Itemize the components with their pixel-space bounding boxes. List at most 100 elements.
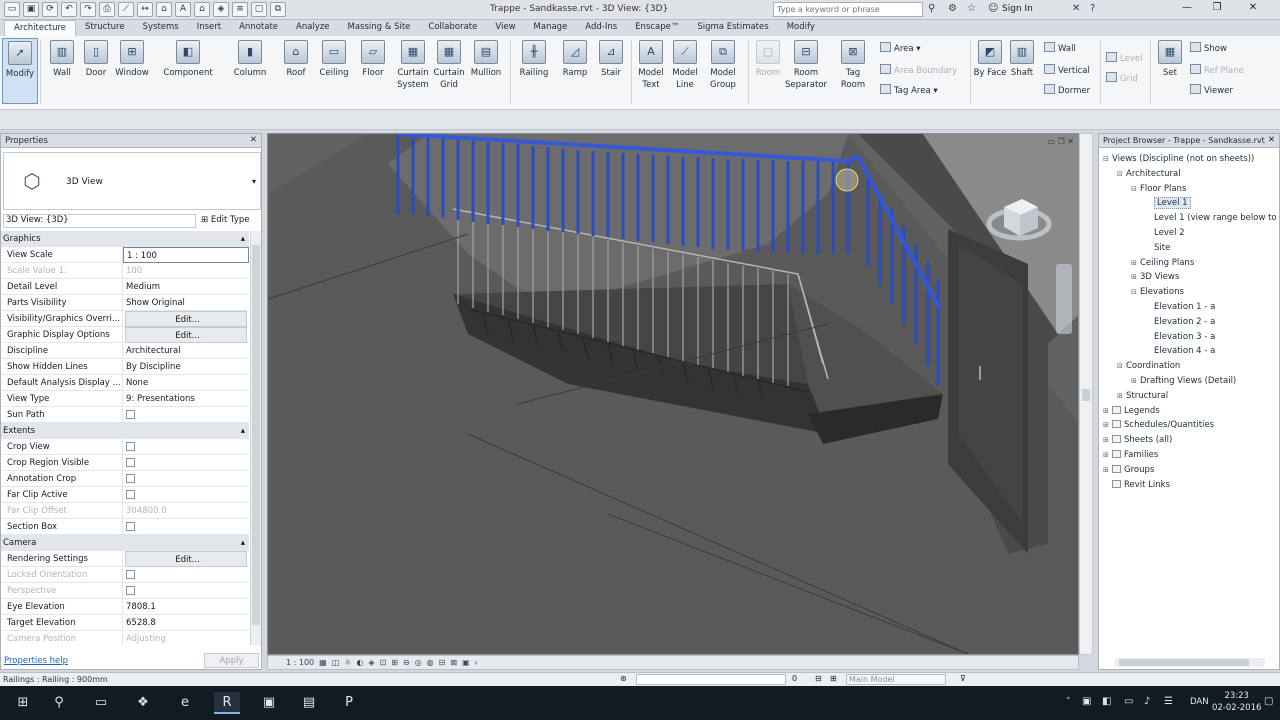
navigation-bar[interactable] [1056,264,1072,334]
window-button[interactable]: ⊞ Window [114,38,150,104]
tab-insert[interactable]: Insert [188,20,230,36]
browser-tree-item[interactable]: Site [1099,241,1279,256]
curtain-grid-button[interactable]: ▦ Curtain Grid [431,38,467,104]
sun-path-icon[interactable]: ☼ [344,658,351,667]
property-checkbox[interactable] [123,519,249,535]
type-selector[interactable]: ⬡ 3D View ▾ [3,152,261,210]
checkbox[interactable] [126,489,135,499]
property-checkbox[interactable] [123,407,249,423]
tab-structure[interactable]: Structure [76,20,134,36]
close-icon[interactable]: ✕ [1268,135,1275,145]
help-icon[interactable]: ? [1090,3,1095,14]
grid-button[interactable]: Grid [1106,72,1138,84]
expand-toggle-icon[interactable]: ⊞ [1103,463,1112,478]
unlock-3d-icon[interactable]: ⊖ [403,658,410,667]
view-scale[interactable]: 1 : 100 [286,658,314,667]
ref-plane-button[interactable]: Ref Plane [1190,64,1244,76]
railing-button[interactable]: ╫ Railing [516,38,552,104]
sync-icon[interactable]: ⟳ [42,2,58,17]
expand-toggle-icon[interactable]: ⊞ [1131,270,1140,285]
save-icon[interactable]: ▣ [23,2,39,17]
workset-field[interactable] [636,674,786,685]
stair-button[interactable]: ⊿ Stair [593,38,629,104]
checkbox[interactable] [126,457,135,467]
design-options-icon[interactable]: ⊟ [815,674,822,683]
section-icon[interactable]: ◈ [213,2,229,17]
task-view-icon[interactable]: ▭ [88,692,114,714]
property-group[interactable]: Extents ▴ [1,423,249,439]
text-icon[interactable]: A [175,2,191,17]
close-icon[interactable]: ✕ [250,135,257,145]
close-button[interactable]: ✕ [1242,2,1264,17]
properties-scrollbar[interactable] [250,231,261,645]
browser-tree-item[interactable]: Level 1 [1099,196,1279,211]
opening-wall-button[interactable]: Wall [1044,42,1076,54]
design-options-icon-2[interactable]: ⊞ [830,674,837,683]
property-value[interactable]: Show Original [123,295,249,311]
browser-tree-item[interactable]: ⊞ Families [1099,448,1279,463]
checkbox[interactable] [126,409,135,419]
model-group-button[interactable]: ⧉ Model Group [705,38,741,104]
set-button[interactable]: ▦ Set [1152,38,1188,104]
exchange-icon[interactable]: ✕ [1072,3,1080,14]
checkbox[interactable] [126,473,135,483]
search-input[interactable] [773,2,923,17]
tab-architecture[interactable]: Architecture [4,20,77,36]
app-window-icon[interactable]: ▣ [256,692,282,714]
tab-add-ins[interactable]: Add-Ins [576,20,626,36]
browser-tree-item[interactable]: ⊞ Sheets (all) [1099,433,1279,448]
tag-area-button[interactable]: Tag Area ▾ [880,84,938,96]
reveal-hidden-icon[interactable]: ◍ [427,658,434,667]
by-face-button[interactable]: ◩ By Face [972,38,1008,104]
powerpoint-icon[interactable]: P [336,692,362,714]
dimension-icon[interactable]: ↔ [137,2,153,17]
render-icon[interactable]: ◈ [368,658,374,667]
ceiling-button[interactable]: ▭ Ceiling [316,38,352,104]
tag-room-button[interactable]: ⊠ Tag Room [835,38,871,104]
component-button[interactable]: ◧ Component [160,38,216,104]
tab-analyze[interactable]: Analyze [287,20,339,36]
3d-view-icon[interactable]: ⌂ [194,2,210,17]
roof-button[interactable]: ⌂ Roof [278,38,314,104]
language-indicator[interactable]: DAN [1190,697,1209,707]
browser-tree-item[interactable]: ⊞ Structural [1099,389,1279,404]
browser-tree-item[interactable]: ⊞ Groups [1099,463,1279,478]
expand-toggle-icon[interactable]: ⊟ [1103,152,1112,167]
bluetooth-app-icon[interactable]: ❖ [130,692,156,714]
checkbox[interactable] [126,441,135,451]
ramp-button[interactable]: ◿ Ramp [557,38,593,104]
viewport-vertical-scrollbar[interactable] [1079,133,1093,655]
property-edit-button[interactable]: Edit... [125,326,247,343]
tab-enscape[interactable]: Enscape™ [626,20,688,36]
tab-view[interactable]: View [486,20,524,36]
expand-toggle-icon[interactable]: ⊞ [1103,418,1112,433]
tab-manage[interactable]: Manage [525,20,577,36]
tray-app-icon-2[interactable]: ◧ [1102,696,1111,707]
expand-toggle-icon[interactable]: ⊟ [1131,285,1140,300]
tab-modify[interactable]: Modify [778,20,824,36]
model-line-button[interactable]: ⟋ Model Line [667,38,703,104]
room-button[interactable]: ▢ Room [750,38,786,104]
floor-button[interactable]: ▱ Floor [355,38,391,104]
highlight-icon[interactable]: ▣ [462,658,470,667]
communication-icon[interactable]: ⚙ [948,3,957,14]
user-icon[interactable]: ☺ [988,3,998,14]
viewcube[interactable] [984,182,1054,252]
revit-icon[interactable]: R [214,692,240,714]
vertical-button[interactable]: Vertical [1044,64,1090,76]
viewer-button[interactable]: Viewer [1190,84,1233,96]
tab-annotate[interactable]: Annotate [230,20,287,36]
property-checkbox[interactable] [123,487,249,503]
detail-level-icon[interactable]: ▦ [319,658,327,667]
battery-icon[interactable]: ▭ [1124,696,1133,707]
browser-tree-item[interactable]: ⊞ Legends [1099,404,1279,419]
open-icon[interactable]: ▭ [4,2,20,17]
tag-icon[interactable]: ⌂ [156,2,172,17]
start-icon[interactable]: ⊞ [10,692,36,714]
tab-massing-site[interactable]: Massing & Site [339,20,420,36]
network-icon[interactable]: ☰ [1164,696,1173,707]
model-text-button[interactable]: A Model Text [633,38,669,104]
mullion-button[interactable]: ▤ Mullion [468,38,504,104]
expand-toggle-icon[interactable]: ⊞ [1131,374,1140,389]
property-checkbox[interactable] [123,471,249,487]
